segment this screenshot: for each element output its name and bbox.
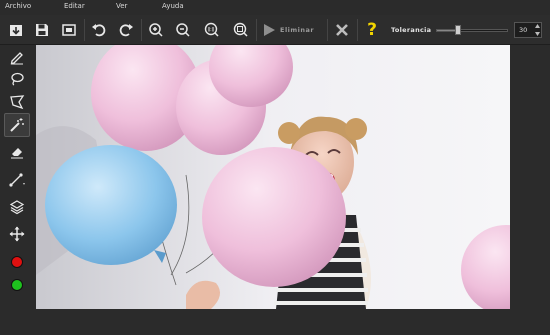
save-icon — [36, 24, 48, 36]
polygon-lasso-tool-button[interactable] — [4, 90, 30, 114]
tool-sidebar — [0, 45, 36, 335]
lasso-icon — [11, 72, 24, 86]
menu-ver[interactable]: Ver — [116, 2, 127, 10]
image-canvas[interactable] — [36, 45, 510, 309]
save-button[interactable] — [30, 18, 54, 42]
move-tool-button[interactable] — [4, 222, 30, 246]
layers-icon — [9, 200, 25, 215]
cancel-button[interactable] — [330, 18, 354, 42]
menu-editar[interactable]: Editar — [64, 2, 85, 10]
undo-icon — [92, 24, 106, 37]
tolerance-value: 30 — [519, 26, 528, 34]
right-margin — [510, 45, 550, 309]
help-button[interactable]: ? — [360, 18, 384, 42]
zoom-out-button[interactable] — [171, 18, 195, 42]
open-button[interactable] — [4, 18, 28, 42]
eraser-icon — [11, 148, 23, 159]
menu-ayuda[interactable]: Ayuda — [162, 2, 184, 10]
photo-image — [36, 45, 510, 309]
pencil-icon — [10, 52, 23, 65]
menu-bar: Archivo Editar Ver Ayuda — [0, 0, 550, 15]
zoom-actual-size-icon — [204, 22, 219, 37]
zoom-out-icon — [176, 23, 190, 37]
help-icon: ? — [367, 20, 377, 40]
eliminar-label: Eliminar — [280, 26, 315, 34]
toolbar-separator — [84, 19, 85, 41]
magic-wand-icon — [10, 118, 24, 132]
tolerance-spinbox[interactable]: 30 — [514, 22, 542, 38]
primary-color-dot — [11, 256, 23, 268]
toolbar: Eliminar ? Tolerancia 30 — [0, 15, 550, 45]
toolbar-separator — [256, 19, 257, 41]
redo-button[interactable] — [114, 18, 138, 42]
move-icon — [9, 226, 25, 242]
zoom-fit-button[interactable] — [229, 18, 253, 42]
toolbar-separator — [141, 19, 142, 41]
tolerance-slider-handle[interactable] — [455, 25, 461, 35]
polygon-lasso-icon — [10, 95, 25, 110]
secondary-color-swatch[interactable] — [4, 273, 30, 297]
zoom-actual-size-button[interactable] — [200, 18, 224, 42]
zoom-in-icon — [149, 23, 163, 37]
undo-button[interactable] — [87, 18, 111, 42]
menu-archivo[interactable]: Archivo — [5, 2, 31, 10]
layers-tool-button[interactable] — [4, 195, 30, 219]
zoom-fit-icon — [233, 22, 248, 37]
spin-up-icon[interactable] — [534, 24, 540, 28]
line-tool-button[interactable] — [4, 168, 30, 192]
eraser-tool-button[interactable] — [4, 140, 30, 164]
eliminar-button[interactable]: Eliminar — [258, 18, 324, 42]
zoom-in-button[interactable] — [144, 18, 168, 42]
open-icon — [10, 25, 22, 36]
secondary-color-dot — [11, 279, 23, 291]
toolbar-separator — [327, 19, 328, 41]
magic-wand-tool-button[interactable] — [4, 113, 30, 137]
close-icon — [336, 24, 348, 36]
status-strip — [36, 309, 550, 335]
primary-color-swatch[interactable] — [4, 250, 30, 274]
export-button[interactable] — [57, 18, 81, 42]
pencil-tool-button[interactable] — [4, 45, 30, 69]
spin-arrows[interactable] — [534, 24, 540, 36]
toolbar-separator — [357, 19, 358, 41]
tolerance-slider[interactable] — [436, 25, 508, 35]
line-icon — [9, 173, 25, 187]
redo-icon — [119, 24, 133, 37]
tolerance-label: Tolerancia — [391, 26, 432, 34]
spin-down-icon[interactable] — [534, 32, 540, 36]
play-icon — [264, 24, 275, 36]
export-icon — [62, 24, 76, 36]
lasso-tool-button[interactable] — [4, 67, 30, 91]
